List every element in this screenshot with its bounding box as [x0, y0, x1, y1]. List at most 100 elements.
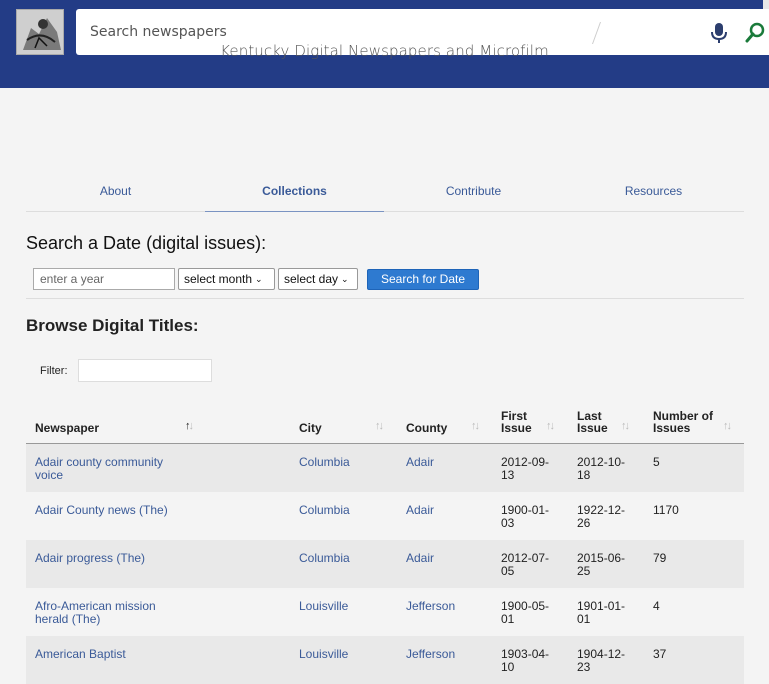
last-issue-cell: 2012-10- 18: [577, 456, 625, 482]
cell-text: Adair: [406, 455, 435, 469]
cell-text: Adair progress (The): [35, 551, 146, 565]
cell-text: voice: [35, 468, 64, 482]
last-issue-cell: 2015-06- 25: [577, 552, 625, 578]
day-select-label: select day: [284, 272, 339, 286]
newspaper-link[interactable]: American Baptist: [35, 648, 126, 661]
cell-text: 4: [653, 599, 660, 613]
cell-text: Louisville: [299, 599, 349, 613]
cell-text: 01: [577, 612, 591, 626]
cell-text: Adair County news (The): [35, 503, 168, 517]
month-select-label: select month: [184, 272, 253, 286]
cell-text: 18: [577, 468, 591, 482]
sort-asc-icon: ↑↓: [185, 420, 194, 432]
cell-text: 25: [577, 564, 591, 578]
date-search-heading: Search a Date (digital issues):: [26, 233, 267, 253]
cell-text: herald (The): [35, 612, 101, 626]
county-link[interactable]: Jefferson: [406, 600, 455, 613]
sort-icon: ↑↓: [723, 420, 732, 432]
cell-text: Adair: [406, 551, 435, 565]
issue-count-cell: 37: [653, 648, 666, 661]
cell-text: 1170: [653, 503, 679, 517]
first-issue-cell: 1903-04- 10: [501, 648, 549, 674]
column-header-last-issue[interactable]: Last Issue ↑↓: [577, 398, 647, 444]
filter-input[interactable]: [78, 359, 212, 382]
search-date-button[interactable]: Search for Date: [367, 269, 479, 290]
table-row: American Baptist Louisville Jefferson 1903-…: [26, 636, 744, 684]
sort-icon: ↑↓: [471, 420, 480, 432]
city-link[interactable]: Columbia: [299, 456, 350, 469]
cell-text: 10: [501, 660, 515, 674]
city-link[interactable]: Columbia: [299, 504, 350, 517]
newspaper-link[interactable]: Afro-American mission herald (The): [35, 600, 156, 626]
cell-text: 01: [501, 612, 515, 626]
table-row: Afro-American mission herald (The) Louisvi…: [26, 588, 744, 636]
day-select[interactable]: select day ⌄: [278, 268, 358, 290]
year-input[interactable]: [33, 268, 175, 290]
column-label: Issue: [577, 421, 608, 435]
city-link[interactable]: Louisville: [299, 600, 348, 613]
sort-icon: ↑↓: [621, 420, 630, 432]
tab-collections[interactable]: Collections: [205, 176, 384, 212]
column-header-city[interactable]: City ↑↓: [299, 398, 394, 444]
cell-text: Jefferson: [406, 599, 456, 613]
table-row: Adair County news (The) Columbia Adair 1900…: [26, 492, 744, 540]
cell-text: 79: [653, 551, 667, 565]
site-title: Kentucky Digital Newspapers and Microfil…: [220, 42, 549, 60]
column-label: Issues: [653, 421, 691, 435]
cell-text: Jefferson: [406, 647, 456, 661]
cell-text: 03: [501, 516, 515, 530]
column-header-newspaper[interactable]: Newspaper ↑↓: [35, 398, 225, 444]
cell-text: 13: [501, 468, 515, 482]
cell-text: 26: [577, 516, 591, 530]
issue-count-cell: 4: [653, 600, 660, 613]
divider: [26, 298, 744, 299]
issue-count-cell: 79: [653, 552, 666, 565]
chevron-down-icon: ⌄: [341, 274, 349, 284]
tab-contribute[interactable]: Contribute: [384, 176, 563, 212]
county-link[interactable]: Jefferson: [406, 648, 455, 661]
cell-text: 5: [653, 455, 660, 469]
first-issue-cell: 1900-05- 01: [501, 600, 549, 626]
first-issue-cell: 2012-07- 05: [501, 552, 549, 578]
county-link[interactable]: Adair: [406, 456, 434, 469]
column-label: Issue: [501, 421, 532, 435]
cell-text: Columbia: [299, 455, 350, 469]
cell-text: Adair: [406, 503, 435, 517]
newspaper-link[interactable]: Adair progress (The): [35, 552, 145, 565]
first-issue-cell: 1900-01- 03: [501, 504, 549, 530]
issue-count-cell: 5: [653, 456, 660, 469]
column-label: County: [406, 421, 448, 435]
county-link[interactable]: Adair: [406, 552, 434, 565]
cell-text: 37: [653, 647, 667, 661]
city-link[interactable]: Louisville: [299, 648, 348, 661]
cell-text: Louisville: [299, 647, 349, 661]
last-issue-cell: 1922-12- 26: [577, 504, 625, 530]
table-row: Adair county community voice Columbia Adair…: [26, 444, 744, 492]
column-label: City: [299, 421, 322, 435]
tab-resources[interactable]: Resources: [564, 176, 743, 212]
browse-heading: Browse Digital Titles:: [26, 316, 199, 335]
last-issue-cell: 1901-01- 01: [577, 600, 625, 626]
county-link[interactable]: Adair: [406, 504, 434, 517]
tab-about[interactable]: About: [26, 176, 205, 212]
month-select[interactable]: select month ⌄: [178, 268, 275, 290]
filter-label: Filter:: [40, 365, 68, 377]
newspaper-link[interactable]: Adair County news (The): [35, 504, 168, 517]
issue-count-cell: 1170: [653, 504, 679, 517]
column-header-number-of-issues[interactable]: Number of Issues ↑↓: [653, 398, 743, 444]
sort-icon: ↑↓: [375, 420, 384, 432]
search-divider: [591, 22, 602, 44]
column-header-county[interactable]: County ↑↓: [406, 398, 496, 444]
newspaper-link[interactable]: Adair county community voice: [35, 456, 163, 482]
city-link[interactable]: Columbia: [299, 552, 350, 565]
nav-tabs: About Collections Contribute Resources: [26, 176, 744, 212]
cell-text: 23: [577, 660, 591, 674]
first-issue-cell: 2012-09- 13: [501, 456, 549, 482]
table-header: Newspaper ↑↓ City ↑↓ County ↑↓ First Iss…: [26, 398, 744, 444]
cell-text: American Baptist: [35, 647, 126, 661]
table-row: Adair progress (The) Columbia Adair 2012-07…: [26, 540, 744, 588]
column-label: Newspaper: [35, 421, 100, 435]
cell-text: 05: [501, 564, 515, 578]
last-issue-cell: 1904-12- 23: [577, 648, 625, 674]
column-header-first-issue[interactable]: First Issue ↑↓: [501, 398, 571, 444]
